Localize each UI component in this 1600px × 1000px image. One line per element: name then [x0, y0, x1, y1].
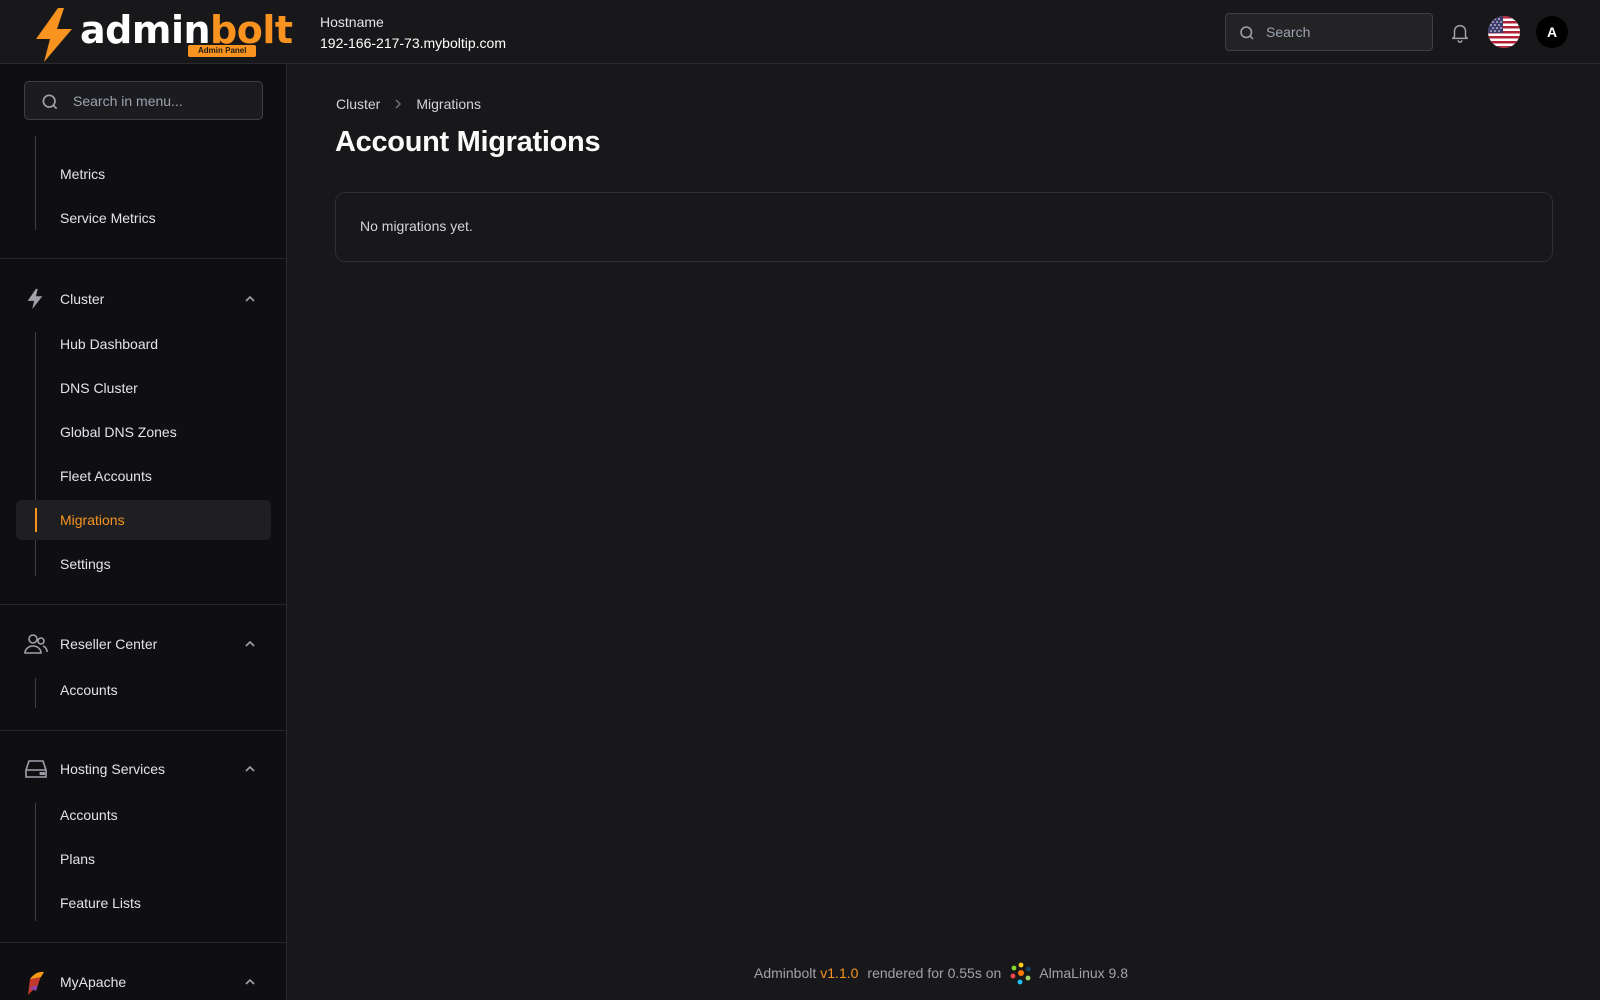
global-search[interactable] — [1225, 13, 1433, 51]
sidebar-active-highlight — [16, 500, 271, 540]
hostname-value: 192-166-217-73.myboltip.com — [320, 35, 506, 51]
footer-app-name: Adminbolt — [754, 965, 817, 981]
menu-tree-line — [35, 136, 36, 230]
sidebar-item-dns-cluster[interactable]: DNS Cluster — [60, 378, 138, 398]
hostname-block: Hostname 192-166-217-73.myboltip.com — [320, 13, 506, 53]
sidebar-item-fleet-accounts[interactable]: Fleet Accounts — [60, 466, 152, 486]
footer-os: AlmaLinux 9.8 — [1039, 965, 1128, 981]
user-avatar[interactable]: A — [1536, 16, 1568, 48]
sidebar-item-plans[interactable]: Plans — [60, 849, 95, 869]
chevron-up-icon[interactable] — [244, 638, 256, 650]
hostname-label: Hostname — [320, 14, 384, 30]
sidebar-item-hosting-accounts[interactable]: Accounts — [60, 805, 118, 825]
page-title: Account Migrations — [335, 126, 601, 158]
sidebar-section-hosting-services[interactable]: Hosting Services — [16, 749, 271, 789]
sidebar-section-label: Reseller Center — [60, 636, 158, 652]
search-icon — [42, 94, 58, 110]
logo-text: adminbolt — [80, 8, 293, 52]
sidebar-section-label: MyApache — [60, 974, 127, 990]
hard-drive-icon — [25, 760, 47, 778]
sidebar-divider — [0, 258, 286, 259]
adminbolt-logo[interactable]: adminbolt Admin Panel — [30, 6, 293, 62]
sidebar-item-hub-dashboard[interactable]: Hub Dashboard — [60, 334, 158, 354]
sidebar-item-metrics[interactable]: Metrics — [60, 164, 105, 184]
sidebar-section-myapache[interactable]: MyApache — [16, 962, 271, 1000]
empty-state-message: No migrations yet. — [360, 218, 473, 234]
sidebar-divider — [0, 604, 286, 605]
chevron-right-icon — [395, 99, 402, 109]
breadcrumb-item-cluster[interactable]: Cluster — [336, 96, 380, 112]
lightning-icon — [27, 288, 43, 310]
bolt-logo-icon — [36, 8, 72, 62]
sidebar-divider — [0, 730, 286, 731]
sidebar-active-indicator — [35, 508, 37, 532]
footer-rendered-text: rendered for 0.55s on — [867, 965, 1002, 981]
sidebar-item-settings[interactable]: Settings — [60, 554, 111, 574]
chevron-up-icon[interactable] — [244, 976, 256, 988]
sidebar-section-label: Cluster — [60, 291, 105, 307]
breadcrumb: Cluster Migrations — [336, 96, 481, 112]
sidebar-item-migrations[interactable]: Migrations — [60, 510, 125, 530]
apache-feather-icon — [28, 971, 44, 995]
menu-search-input[interactable] — [73, 82, 253, 119]
almalinux-icon — [1010, 962, 1032, 985]
sidebar-item-service-metrics[interactable]: Service Metrics — [60, 208, 156, 228]
us-flag-icon[interactable] — [1488, 16, 1520, 48]
admin-panel-tag: Admin Panel — [188, 45, 257, 57]
top-header: adminbolt Admin Panel Hostname 192-166-2… — [0, 0, 1600, 64]
sidebar-section-label: Hosting Services — [60, 761, 166, 777]
sidebar-item-reseller-accounts[interactable]: Accounts — [60, 680, 118, 700]
global-search-input[interactable] — [1266, 14, 1426, 50]
sidebar: Metrics Service Metrics Cluster Hub Dash… — [0, 64, 287, 1000]
menu-search[interactable] — [24, 81, 263, 120]
sidebar-item-global-dns-zones[interactable]: Global DNS Zones — [60, 422, 177, 442]
breadcrumb-item-migrations: Migrations — [416, 96, 481, 112]
sidebar-item-feature-lists[interactable]: Feature Lists — [60, 893, 141, 913]
bell-icon[interactable] — [1449, 20, 1471, 44]
footer-version[interactable]: v1.1.0 — [820, 965, 858, 981]
menu-tree-line — [35, 803, 36, 921]
users-icon — [24, 634, 48, 654]
sidebar-section-cluster[interactable]: Cluster — [16, 279, 271, 319]
footer: Adminbolt v1.1.0 rendered for 0.55s on A… — [754, 961, 1128, 985]
chevron-up-icon[interactable] — [244, 293, 256, 305]
migrations-card: No migrations yet. — [335, 192, 1553, 262]
search-icon — [1240, 26, 1254, 40]
sidebar-section-reseller-center[interactable]: Reseller Center — [16, 624, 271, 664]
menu-tree-line — [35, 678, 36, 708]
chevron-up-icon[interactable] — [244, 763, 256, 775]
sidebar-divider — [0, 942, 286, 943]
